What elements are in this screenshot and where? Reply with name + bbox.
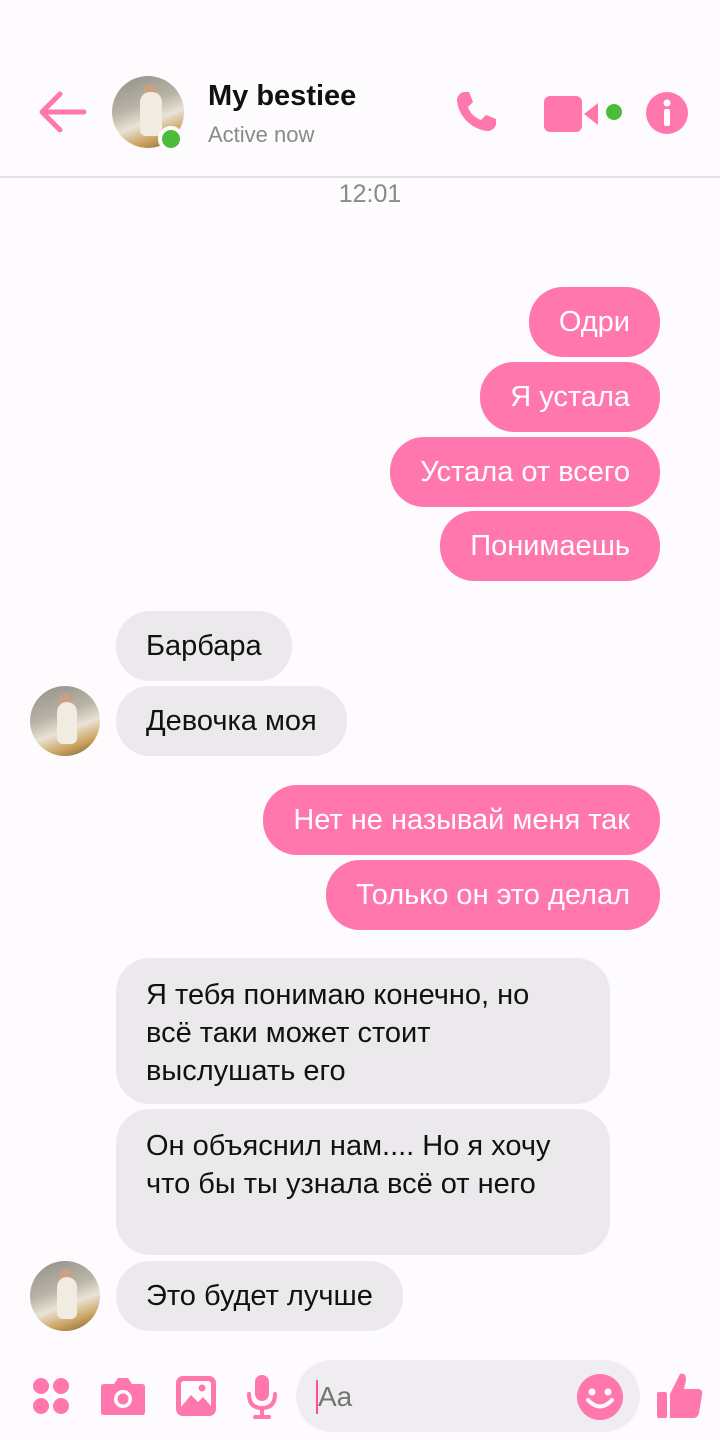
contact-status: Active now	[208, 122, 315, 147]
camera-icon[interactable]	[100, 1376, 146, 1416]
contact-name[interactable]: My bestiee	[208, 80, 356, 113]
emoji-icon[interactable]	[576, 1373, 624, 1421]
message-outgoing[interactable]: Нет не называй меня так	[263, 785, 660, 855]
info-icon[interactable]	[646, 92, 688, 134]
conversation-header: My bestiee Active now	[0, 0, 720, 178]
contact-avatar-small[interactable]	[30, 686, 100, 756]
phone-icon[interactable]	[452, 88, 500, 136]
message-outgoing[interactable]: Я устала	[480, 362, 660, 432]
message-input-box[interactable]	[296, 1360, 640, 1432]
message-incoming[interactable]: Это будет лучше	[116, 1261, 403, 1331]
thumbs-up-icon[interactable]	[656, 1370, 704, 1420]
online-status-dot	[158, 126, 184, 152]
microphone-icon[interactable]	[246, 1374, 278, 1420]
message-incoming[interactable]: Девочка моя	[116, 686, 347, 756]
back-arrow-icon[interactable]	[36, 88, 88, 136]
gallery-icon[interactable]	[176, 1376, 216, 1416]
contact-avatar-small[interactable]	[30, 1261, 100, 1331]
message-incoming[interactable]: Он объяснил нам.... Но я хочу что бы ты …	[116, 1109, 610, 1255]
apps-grid-icon[interactable]	[32, 1377, 70, 1415]
message-outgoing[interactable]: Одри	[528, 287, 660, 357]
video-camera-icon[interactable]	[544, 94, 626, 134]
message-input[interactable]	[318, 1381, 568, 1413]
conversation-timestamp: 12:01	[338, 180, 402, 208]
message-incoming[interactable]: Барбара	[116, 611, 292, 681]
message-outgoing[interactable]: Только он это делал	[326, 860, 660, 930]
message-outgoing[interactable]: Понимаешь	[440, 511, 660, 581]
message-outgoing[interactable]: Устала от всего	[390, 437, 660, 507]
message-incoming[interactable]: Я тебя понимаю конечно, но всё таки може…	[116, 958, 610, 1104]
